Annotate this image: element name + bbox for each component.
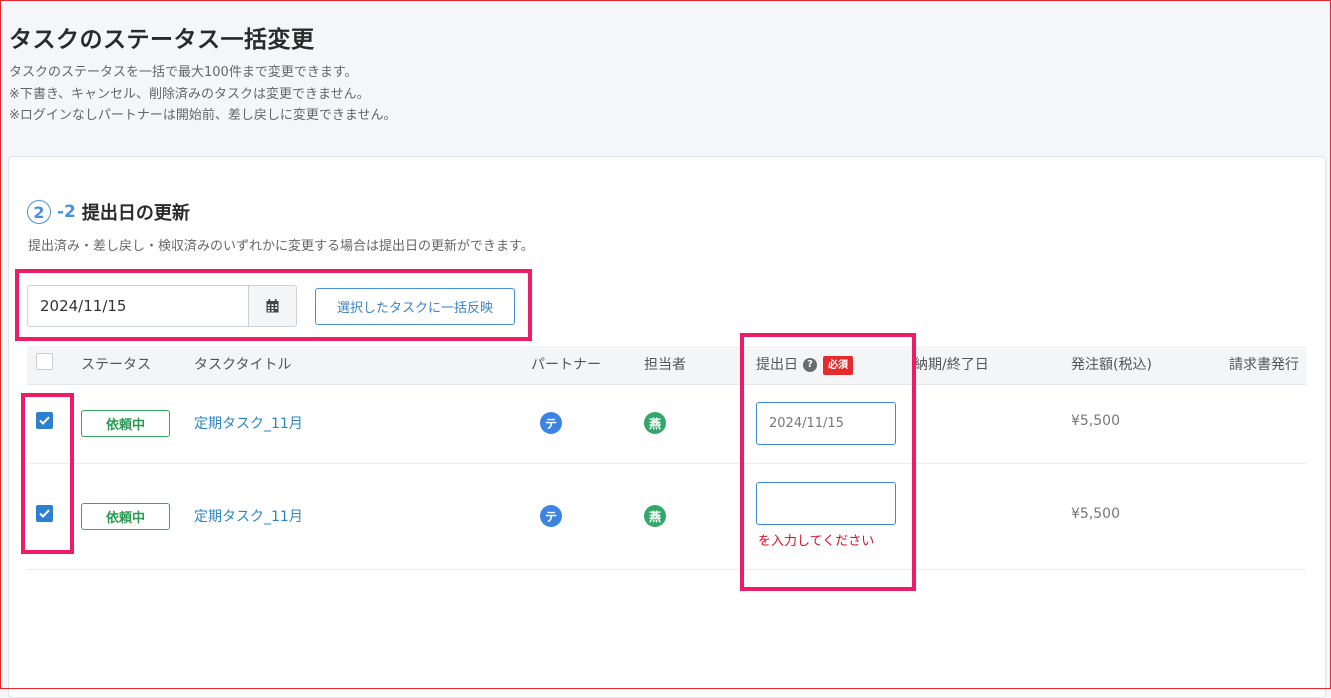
description-line: ※ログインなしパートナーは開始前、差し戻しに変更できません。 [9, 108, 397, 123]
header-submit-date: 提出日? 必須 [756, 346, 853, 384]
required-badge: 必須 [823, 355, 853, 375]
partner-avatar: テ [540, 412, 562, 434]
partner-avatar: テ [540, 505, 562, 527]
status-badge: 依頼中 [81, 410, 170, 437]
submit-date-field[interactable]: 2024/11/15 [756, 402, 896, 445]
row-divider [27, 569, 1306, 570]
section-description: 提出済み・差し戻し・検収済みのいずれかに変更する場合は提出日の更新ができます。 [28, 239, 534, 254]
assignee-avatar: 燕 [644, 505, 666, 527]
header-task-title: タスクタイトル [194, 357, 292, 373]
assignee-avatar: 燕 [644, 412, 666, 434]
table-header: ステータス タスクタイトル パートナー 担当者 提出日? 必須 納期/終了日 発注… [27, 346, 1306, 385]
row-divider [27, 463, 1306, 464]
calendar-button[interactable] [248, 285, 297, 327]
header-status: ステータス [81, 357, 151, 373]
task-title-link[interactable]: 定期タスク_11月 [194, 413, 303, 433]
header-assignee: 担当者 [644, 357, 686, 373]
calendar-icon [266, 299, 279, 313]
row-checkbox[interactable] [36, 412, 53, 429]
description-line: タスクのステータスを一括で最大100件まで変更できます。 [9, 65, 358, 80]
page-description: タスクのステータスを一括で最大100件まで変更できます。 ※下書き、キャンセル、… [9, 62, 397, 127]
order-amount: ¥5,500 [1071, 506, 1120, 522]
submit-date-field[interactable] [756, 482, 896, 525]
help-icon[interactable]: ? [803, 358, 817, 372]
header-invoice: 請求書発行 [1229, 357, 1299, 373]
description-line: ※下書き、キャンセル、削除済みのタスクは変更できません。 [9, 86, 370, 102]
header-submit-date-label: 提出日 [756, 357, 798, 373]
step-sub-number: -2 [57, 202, 76, 222]
validation-error: を入力してください [758, 534, 875, 549]
header-partner: パートナー [531, 357, 601, 373]
check-icon [39, 509, 50, 518]
status-badge: 依頼中 [81, 503, 170, 530]
order-amount: ¥5,500 [1071, 413, 1120, 429]
section-heading: 2 -2 提出日の更新 [27, 199, 190, 225]
section-title: 提出日の更新 [81, 203, 190, 224]
step-number-icon: 2 [27, 200, 51, 224]
apply-to-selected-button[interactable]: 選択したタスクに一括反映 [315, 288, 515, 325]
task-title-link[interactable]: 定期タスク_11月 [194, 506, 303, 526]
row-checkbox[interactable] [36, 505, 53, 522]
bulk-date-input[interactable]: 2024/11/15 [27, 285, 249, 327]
header-amount: 発注額(税込) [1071, 357, 1152, 373]
select-all-checkbox[interactable] [36, 353, 53, 370]
page-title: タスクのステータス一括変更 [9, 27, 315, 53]
check-icon [39, 416, 50, 425]
header-deadline: 納期/終了日 [914, 357, 989, 373]
